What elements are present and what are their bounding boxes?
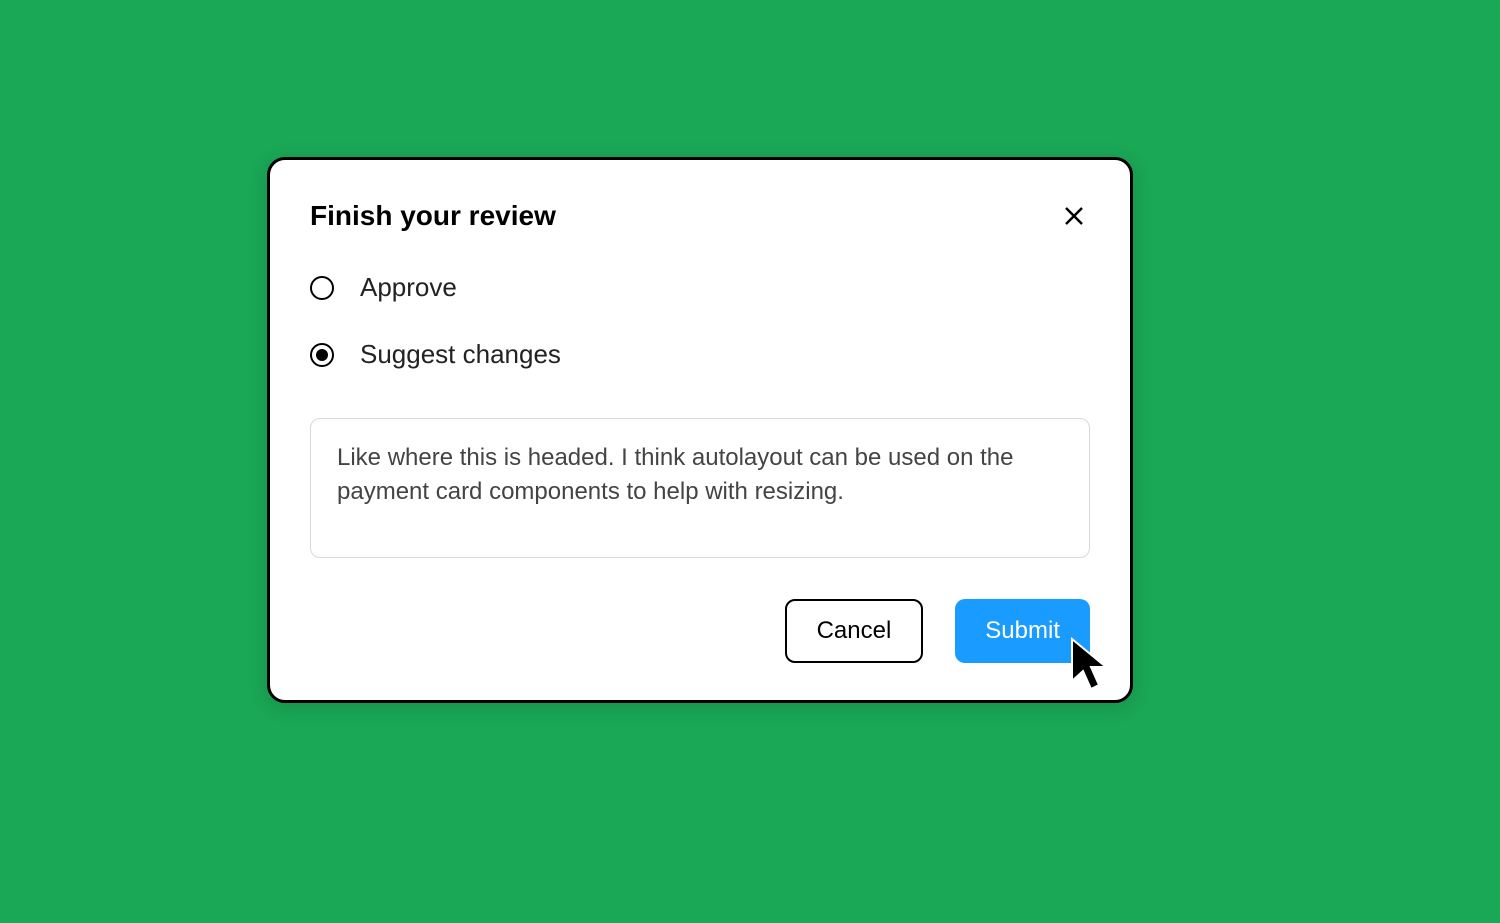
dialog-header: Finish your review (310, 200, 1090, 232)
radio-option-suggest-changes[interactable]: Suggest changes (310, 339, 1090, 370)
review-dialog: Finish your review Approve Suggest chang… (267, 157, 1133, 703)
close-button[interactable] (1058, 200, 1090, 232)
submit-button[interactable]: Submit (955, 599, 1090, 663)
dialog-title: Finish your review (310, 200, 556, 232)
radio-option-approve[interactable]: Approve (310, 272, 1090, 303)
cancel-button[interactable]: Cancel (785, 599, 924, 663)
review-type-radio-group: Approve Suggest changes (310, 272, 1090, 370)
radio-icon (310, 276, 334, 300)
radio-label-suggest: Suggest changes (360, 339, 561, 370)
review-comment-input[interactable] (310, 418, 1090, 558)
radio-label-approve: Approve (360, 272, 457, 303)
radio-icon-selected (310, 343, 334, 367)
dialog-actions: Cancel Submit (310, 599, 1090, 663)
close-icon (1062, 204, 1086, 228)
